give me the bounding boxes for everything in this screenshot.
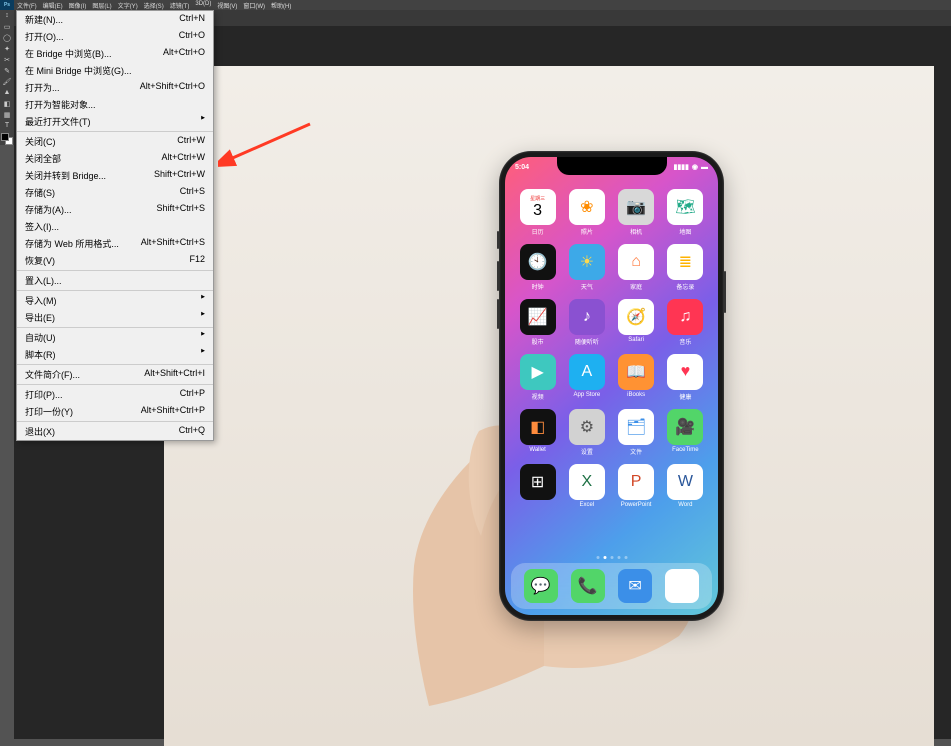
app-随便听听[interactable]: ♪随便听听 — [564, 299, 609, 346]
app-item[interactable]: ⊞ — [515, 464, 560, 508]
menubar-item[interactable]: 编辑(E) — [40, 1, 66, 10]
menubar-item[interactable]: 图层(L) — [89, 1, 114, 10]
iphone-device: 5:04 ▮▮▮▮ ◉ ▬ 星期三3日历❀照片📷相机🗺地图 🕙时钟☀天气⌂家庭≣备… — [499, 151, 724, 621]
eraser-tool[interactable]: ◧ — [1, 98, 13, 109]
app-日历[interactable]: 星期三3日历 — [515, 189, 560, 236]
photo-canvas[interactable]: 5:04 ▮▮▮▮ ◉ ▬ 星期三3日历❀照片📷相机🗺地图 🕙时钟☀天气⌂家庭≣备… — [164, 66, 934, 746]
menu-item[interactable]: 关闭全部Alt+Ctrl+W — [17, 150, 213, 167]
eyedropper-tool[interactable]: ✎ — [1, 65, 13, 76]
menu-item[interactable]: 自动(U) — [17, 329, 213, 346]
wifi-icon: ◉ — [692, 163, 698, 171]
stamp-tool[interactable]: ▲ — [1, 87, 13, 98]
page-indicator — [596, 556, 627, 559]
menubar-item[interactable]: 滤镜(T) — [167, 1, 193, 10]
menu-item[interactable]: 打印(P)...Ctrl+P — [17, 386, 213, 403]
app-App Store[interactable]: AApp Store — [564, 354, 609, 401]
app-Word[interactable]: WWord — [663, 464, 708, 508]
dock-chrome[interactable]: ◉ — [665, 569, 699, 603]
menubar-item[interactable]: 帮助(H) — [268, 1, 294, 10]
file-menu-dropdown: 新建(N)...Ctrl+N打开(O)...Ctrl+O在 Bridge 中浏览… — [16, 10, 214, 441]
gradient-tool[interactable]: ▦ — [1, 109, 13, 120]
app-PowerPoint[interactable]: PPowerPoint — [614, 464, 659, 508]
menu-item[interactable]: 存储(S)Ctrl+S — [17, 184, 213, 201]
menu-item[interactable]: 置入(L)... — [17, 272, 213, 289]
app-文件[interactable]: 🗂文件 — [614, 409, 659, 456]
menu-item[interactable]: 脚本(R) — [17, 346, 213, 363]
menu-item[interactable]: 在 Mini Bridge 中浏览(G)... — [17, 62, 213, 79]
status-time: 5:04 — [515, 164, 529, 171]
menu-item[interactable]: 关闭(C)Ctrl+W — [17, 133, 213, 150]
menu-item[interactable]: 存储为(A)...Shift+Ctrl+S — [17, 201, 213, 218]
app-地图[interactable]: 🗺地图 — [663, 189, 708, 236]
notch — [557, 157, 667, 175]
menu-item[interactable]: 文件简介(F)...Alt+Shift+Ctrl+I — [17, 366, 213, 383]
toolbar: ↕ ▭ ◯ ✦ ✂ ✎ 🖌 ▲ ◧ ▦ T — [0, 10, 14, 145]
app-音乐[interactable]: ♫音乐 — [663, 299, 708, 346]
dock-messages[interactable]: 💬 — [524, 569, 558, 603]
menubar: Ps 文件(F)编辑(E)图像(I)图层(L)文字(Y)选择(S)滤镜(T)3D… — [0, 0, 951, 10]
menu-item[interactable]: 存储为 Web 所用格式...Alt+Shift+Ctrl+S — [17, 235, 213, 252]
menubar-item[interactable]: 窗口(W) — [240, 1, 268, 10]
menu-item[interactable]: 最近打开文件(T) — [17, 113, 213, 130]
app-备忘录[interactable]: ≣备忘录 — [663, 244, 708, 291]
lasso-tool[interactable]: ◯ — [1, 32, 13, 43]
menubar-item[interactable]: 视图(V) — [214, 1, 240, 10]
signal-icon: ▮▮▮▮ — [673, 163, 688, 171]
color-swatches[interactable] — [1, 133, 13, 145]
app-iBooks[interactable]: 📖iBooks — [614, 354, 659, 401]
menubar-item[interactable]: 文件(F) — [14, 1, 40, 10]
app-家庭[interactable]: ⌂家庭 — [614, 244, 659, 291]
menubar-item[interactable]: 3D(D) — [192, 1, 214, 10]
app-健康[interactable]: ♥健康 — [663, 354, 708, 401]
menu-item[interactable]: 恢复(V)F12 — [17, 252, 213, 269]
menu-item[interactable]: 关闭并转到 Bridge...Shift+Ctrl+W — [17, 167, 213, 184]
app-股市[interactable]: 📈股市 — [515, 299, 560, 346]
menubar-item[interactable]: 文字(Y) — [115, 1, 141, 10]
dock-phone[interactable]: 📞 — [571, 569, 605, 603]
ps-logo: Ps — [0, 0, 14, 10]
crop-tool[interactable]: ✂ — [1, 54, 13, 65]
app-天气[interactable]: ☀天气 — [564, 244, 609, 291]
menubar-item[interactable]: 图像(I) — [66, 1, 90, 10]
app-Excel[interactable]: XExcel — [564, 464, 609, 508]
phone-screen: 5:04 ▮▮▮▮ ◉ ▬ 星期三3日历❀照片📷相机🗺地图 🕙时钟☀天气⌂家庭≣备… — [505, 157, 718, 615]
app-时钟[interactable]: 🕙时钟 — [515, 244, 560, 291]
app-Safari[interactable]: 🧭Safari — [614, 299, 659, 346]
app-相机[interactable]: 📷相机 — [614, 189, 659, 236]
app-Wallet[interactable]: ◧Wallet — [515, 409, 560, 456]
menu-item[interactable]: 导出(E) — [17, 309, 213, 326]
app-FaceTime[interactable]: 🎥FaceTime — [663, 409, 708, 456]
menu-item[interactable]: 打开为智能对象... — [17, 96, 213, 113]
dock-mail[interactable]: ✉ — [618, 569, 652, 603]
menu-item[interactable]: 打印一份(Y)Alt+Shift+Ctrl+P — [17, 403, 213, 420]
menu-item[interactable]: 新建(N)...Ctrl+N — [17, 11, 213, 28]
app-视频[interactable]: ▶视频 — [515, 354, 560, 401]
menu-item[interactable]: 打开(O)...Ctrl+O — [17, 28, 213, 45]
menu-item[interactable]: 退出(X)Ctrl+Q — [17, 423, 213, 440]
move-tool[interactable]: ↕ — [1, 10, 13, 21]
brush-tool[interactable]: 🖌 — [1, 76, 13, 87]
wand-tool[interactable]: ✦ — [1, 43, 13, 54]
menubar-item[interactable]: 选择(S) — [141, 1, 167, 10]
battery-icon: ▬ — [701, 164, 708, 171]
menu-item[interactable]: 导入(M) — [17, 292, 213, 309]
dock: 💬 📞 ✉ ◉ — [511, 563, 712, 609]
app-grid: 星期三3日历❀照片📷相机🗺地图 🕙时钟☀天气⌂家庭≣备忘录 📈股市♪随便听听🧭Saf… — [515, 189, 708, 508]
type-tool[interactable]: T — [1, 120, 13, 131]
menu-item[interactable]: 在 Bridge 中浏览(B)...Alt+Ctrl+O — [17, 45, 213, 62]
menu-item[interactable]: 打开为...Alt+Shift+Ctrl+O — [17, 79, 213, 96]
marquee-tool[interactable]: ▭ — [1, 21, 13, 32]
app-照片[interactable]: ❀照片 — [564, 189, 609, 236]
app-设置[interactable]: ⚙设置 — [564, 409, 609, 456]
menu-item[interactable]: 签入(I)... — [17, 218, 213, 235]
